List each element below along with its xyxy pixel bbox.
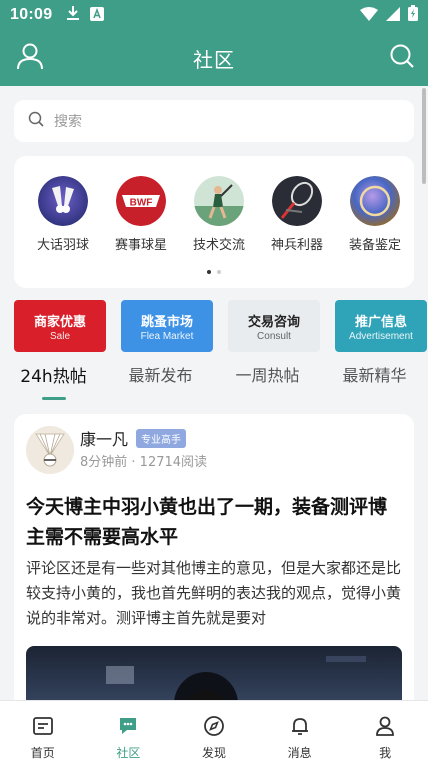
profile-button[interactable]	[12, 40, 48, 76]
community-chat-icon	[117, 715, 139, 741]
tab-latest[interactable]: 最新发布	[107, 360, 214, 404]
banner-subtitle: Advertisement	[349, 330, 413, 342]
nav-label: 社区	[116, 746, 141, 760]
racket-icon	[272, 176, 322, 226]
category-label: 大话羽球	[36, 238, 89, 253]
status-bar: 10:09	[0, 0, 428, 30]
compass-icon	[203, 715, 225, 741]
category-item-saishi[interactable]: BWF 赛事球星	[102, 176, 180, 253]
page-title: 社区	[193, 47, 235, 72]
nav-discover[interactable]: 发现	[171, 701, 257, 762]
banner-flea-market[interactable]: 跳蚤市场 Flea Market	[121, 300, 213, 352]
nav-label: 发现	[201, 746, 226, 760]
app-header: 社区	[0, 30, 428, 86]
banner-row: 商家优惠 Sale 跳蚤市场 Flea Market 交易咨询 Consult …	[14, 300, 428, 354]
page-dot	[207, 270, 211, 274]
nav-messages[interactable]: 消息	[257, 701, 343, 762]
nav-label: 首页	[30, 746, 55, 760]
bell-icon	[289, 715, 311, 741]
category-label: 神兵利器	[270, 238, 323, 253]
category-label: 技术交流	[192, 238, 245, 253]
download-icon	[66, 5, 80, 25]
nav-label: 我	[379, 746, 392, 760]
category-item-jishu[interactable]: 技术交流	[180, 176, 258, 253]
search-input[interactable]: 搜索	[14, 100, 414, 142]
feed-tabs: 24h热帖 最新发布 一周热帖 最新精华	[0, 360, 428, 404]
wifi-icon	[360, 6, 378, 25]
battery-charging-icon	[408, 5, 418, 25]
banner-subtitle: Flea Market	[140, 330, 194, 342]
search-button[interactable]	[384, 40, 420, 76]
banner-sale[interactable]: 商家优惠 Sale	[14, 300, 106, 352]
banner-advertisement[interactable]: 推广信息 Advertisement	[335, 300, 427, 352]
banner-subtitle: Consult	[257, 330, 291, 342]
post-title[interactable]: 今天博主中羽小黄也出了一期，装备测评博主需不需要高水平	[26, 492, 402, 552]
banner-title: 商家优惠	[33, 314, 86, 330]
nav-label: 消息	[287, 746, 312, 760]
author-name[interactable]: 康一凡	[80, 426, 128, 450]
tab-featured[interactable]: 最新精华	[321, 360, 428, 404]
category-item-shenbing[interactable]: 神兵利器	[258, 176, 336, 253]
category-item-dahua[interactable]: 大话羽球	[24, 176, 102, 253]
banner-title: 交易咨询	[247, 314, 300, 330]
post-body[interactable]: 评论区还是有一些对其他博主的意见，但是大家都还是比较支持小黄的，我也首先鲜明的表…	[26, 556, 404, 631]
avatar[interactable]	[26, 426, 74, 474]
search-icon	[389, 43, 415, 73]
nav-community[interactable]: 社区	[86, 701, 172, 762]
nav-me[interactable]: 我	[342, 701, 428, 762]
search-icon	[28, 111, 54, 131]
app-notification-icon	[90, 6, 105, 25]
category-item-zhuangbei[interactable]: 装备鉴定	[336, 176, 414, 253]
svg-text:BWF: BWF	[130, 198, 153, 209]
scrollbar[interactable]	[422, 88, 426, 184]
active-tab-indicator	[42, 397, 66, 400]
magnifier-lens-icon	[350, 176, 400, 226]
page-dot	[217, 270, 221, 274]
banner-title: 推广信息	[354, 314, 407, 330]
category-card: 大话羽球 BWF 赛事球星 技术交流 神兵利器 装备鉴定	[14, 156, 414, 288]
tab-week-hot[interactable]: 一周热帖	[214, 360, 321, 404]
page-indicator	[14, 270, 414, 274]
bwf-logo-icon: BWF	[116, 176, 166, 226]
category-label: 装备鉴定	[348, 238, 401, 253]
banner-consult[interactable]: 交易咨询 Consult	[228, 300, 320, 352]
nav-home[interactable]: 首页	[0, 701, 86, 762]
banner-subtitle: Sale	[49, 330, 70, 342]
status-time: 10:09	[10, 6, 53, 23]
author-badge: 专业高手	[136, 428, 187, 448]
post-meta: 8分钟前 · 12714阅读	[80, 455, 208, 470]
post-card[interactable]: 康一凡 专业高手 8分钟前 · 12714阅读 今天博主中羽小黄也出了一期，装备…	[14, 414, 414, 714]
home-icon	[32, 715, 54, 741]
category-label: 赛事球星	[114, 238, 167, 253]
user-icon	[16, 42, 44, 74]
signal-icon	[386, 6, 400, 25]
bottom-nav: 首页 社区 发现 消息 我	[0, 700, 428, 762]
player-smash-icon	[194, 176, 244, 226]
banner-title: 跳蚤市场	[140, 314, 193, 330]
search-placeholder: 搜索	[54, 114, 82, 130]
person-icon	[374, 715, 396, 741]
shuttlecock-icon	[38, 176, 88, 226]
